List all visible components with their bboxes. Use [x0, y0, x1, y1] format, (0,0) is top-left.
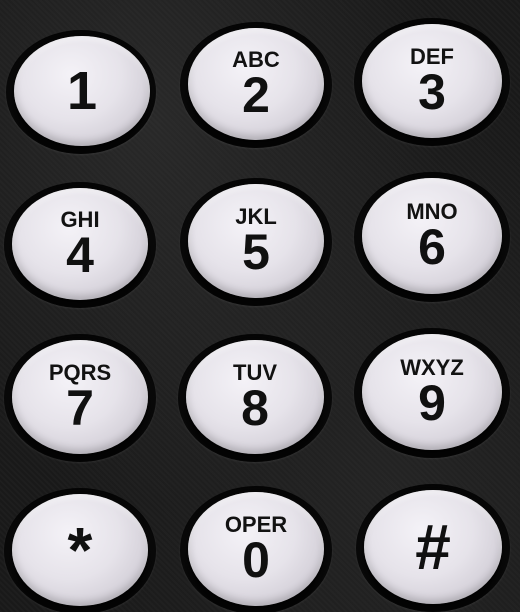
key-4-digit: 4	[66, 227, 94, 283]
key-0[interactable]: OPER 0	[188, 492, 324, 606]
key-5-digit: 5	[242, 224, 270, 280]
key-7[interactable]: PQRS 7	[12, 340, 148, 454]
key-3-digit: 3	[418, 64, 446, 120]
key-8-digit: 8	[241, 380, 269, 436]
key-9[interactable]: WXYZ 9	[362, 334, 502, 450]
key-2[interactable]: ABC 2	[188, 28, 324, 140]
phone-keypad: 1 ABC 2 DEF 3 GHI 4 JKL 5 MNO 6 PQRS 7 T…	[0, 0, 520, 612]
key-2-digit: 2	[242, 67, 270, 123]
key-5[interactable]: JKL 5	[188, 184, 324, 298]
key-1-digit: 1	[66, 61, 98, 121]
key-4[interactable]: GHI 4	[12, 188, 148, 300]
key-6[interactable]: MNO 6	[362, 178, 502, 294]
key-hash[interactable]: #	[364, 490, 502, 604]
key-0-digit: 0	[242, 532, 270, 588]
key-8[interactable]: TUV 8	[186, 340, 324, 454]
hash-symbol: #	[415, 511, 451, 583]
key-6-digit: 6	[418, 219, 446, 275]
key-9-digit: 9	[418, 375, 446, 431]
key-1[interactable]: 1	[14, 36, 150, 146]
star-symbol: *	[67, 514, 93, 586]
key-3[interactable]: DEF 3	[362, 24, 502, 138]
key-7-digit: 7	[66, 380, 94, 436]
key-star[interactable]: *	[12, 494, 148, 606]
